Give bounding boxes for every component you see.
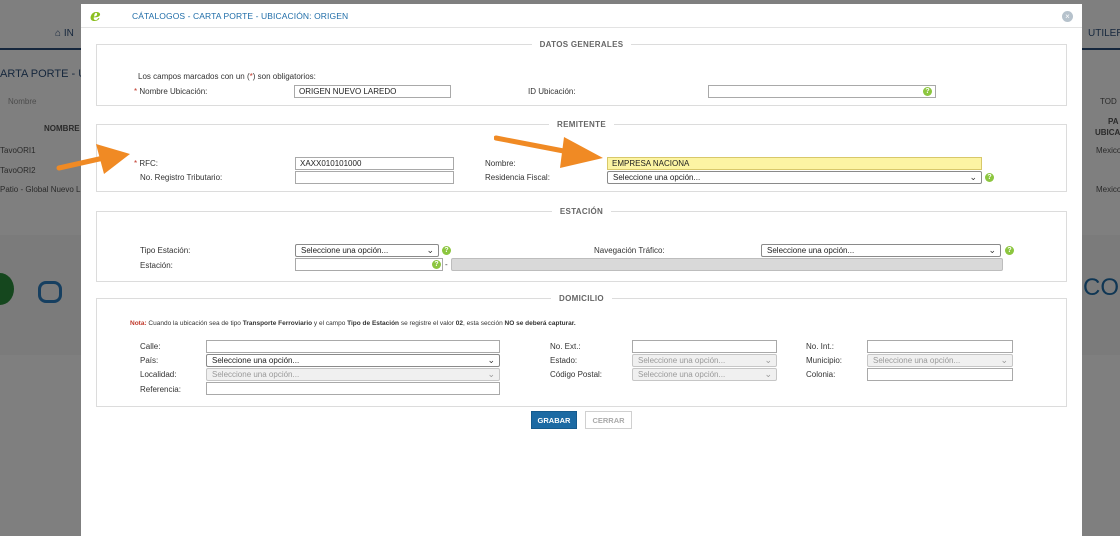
estacion-separator: - (445, 260, 448, 269)
close-icon[interactable]: × (1062, 11, 1073, 22)
tipo-estacion-label: Tipo Estación: (140, 246, 191, 255)
registro-tributario-label: No. Registro Tributario: (140, 173, 223, 182)
rfc-label: * RFC: (134, 159, 159, 168)
tipo-estacion-select[interactable]: Seleccione una opción... ⌄ (295, 244, 439, 257)
colonia-input[interactable] (867, 368, 1013, 381)
chevron-down-icon: ⌄ (1000, 355, 1008, 365)
estacion-label: Estación: (140, 261, 173, 270)
estacion-section: ESTACIÓN Tipo Estación: Seleccione una o… (96, 207, 1067, 282)
codigo-postal-label: Código Postal: (550, 370, 603, 379)
estacion-legend: ESTACIÓN (551, 207, 612, 216)
chevron-down-icon: ⌄ (764, 355, 772, 365)
grabar-button[interactable]: GRABAR (531, 411, 577, 429)
colonia-label: Colonia: (806, 370, 836, 379)
datos-generales-section: DATOS GENERALES Los campos marcados con … (96, 40, 1067, 106)
chevron-down-icon: ⌄ (969, 172, 977, 182)
residencia-fiscal-label: Residencia Fiscal: (485, 173, 550, 182)
no-ext-input[interactable] (632, 340, 777, 353)
no-int-input[interactable] (867, 340, 1013, 353)
chevron-down-icon: ⌄ (988, 245, 996, 255)
help-icon[interactable]: ? (1005, 246, 1014, 255)
municipio-select[interactable]: Seleccione una opción... ⌄ (867, 354, 1013, 367)
id-ubicacion-label: ID Ubicación: (528, 87, 576, 96)
registro-tributario-input[interactable] (295, 171, 454, 184)
chevron-down-icon: ⌄ (487, 355, 495, 365)
modal-header: e CÁTALOGOS - CARTA PORTE - UBICACIÓN: O… (81, 4, 1082, 28)
datos-generales-legend: DATOS GENERALES (531, 40, 632, 49)
annotation-arrow-rfc (56, 144, 130, 174)
required-note: Los campos marcados con un (*) son oblig… (138, 72, 316, 81)
calle-label: Calle: (140, 342, 161, 351)
estado-label: Estado: (550, 356, 578, 365)
referencia-label: Referencia: (140, 385, 181, 394)
chevron-down-icon: ⌄ (426, 245, 434, 255)
codigo-postal-select[interactable]: Seleccione una opción... ⌄ (632, 368, 777, 381)
help-icon[interactable]: ? (432, 260, 441, 269)
modal-title: CÁTALOGOS - CARTA PORTE - UBICACIÓN: ORI… (132, 11, 349, 21)
chevron-down-icon: ⌄ (764, 369, 772, 379)
pais-label: País: (140, 356, 159, 365)
help-icon[interactable]: ? (985, 173, 994, 182)
id-ubicacion-input[interactable] (708, 85, 936, 98)
no-int-label: No. Int.: (806, 342, 835, 351)
nombre-ubicacion-input[interactable]: ORIGEN NUEVO LAREDO (294, 85, 451, 98)
municipio-label: Municipio: (806, 356, 843, 365)
help-icon[interactable]: ? (923, 87, 932, 96)
residencia-fiscal-select[interactable]: Seleccione una opción... ⌄ (607, 171, 982, 184)
help-icon[interactable]: ? (442, 246, 451, 255)
chevron-down-icon: ⌄ (487, 369, 495, 379)
calle-input[interactable] (206, 340, 500, 353)
cerrar-button[interactable]: CERRAR (585, 411, 632, 429)
estado-select[interactable]: Seleccione una opción... ⌄ (632, 354, 777, 367)
pais-select[interactable]: Seleccione una opción... ⌄ (206, 354, 500, 367)
navegacion-trafico-label: Navegación Tráfico: (594, 246, 665, 255)
localidad-label: Localidad: (140, 370, 177, 379)
annotation-arrow-nombre (494, 135, 603, 168)
domicilio-note: Nota: Cuando la ubicación sea de tipo Tr… (130, 320, 576, 327)
no-ext-label: No. Ext.: (550, 342, 581, 351)
estacion-description-field (451, 258, 1003, 271)
rfc-input[interactable]: XAXX010101000 (295, 157, 454, 170)
remitente-legend: REMITENTE (549, 120, 614, 129)
nombre-ubicacion-label: * Nombre Ubicación: (134, 87, 208, 96)
app-logo: e (90, 6, 101, 26)
domicilio-section: DOMICILIO Nota: Cuando la ubicación sea … (96, 294, 1067, 407)
referencia-input[interactable] (206, 382, 500, 395)
domicilio-legend: DOMICILIO (551, 294, 612, 303)
navegacion-trafico-select[interactable]: Seleccione una opción... ⌄ (761, 244, 1001, 257)
estacion-input[interactable] (295, 258, 443, 271)
localidad-select[interactable]: Seleccione una opción... ⌄ (206, 368, 500, 381)
nombre-remitente-input[interactable]: EMPRESA NACIONA (607, 157, 982, 170)
ubicacion-modal: e CÁTALOGOS - CARTA PORTE - UBICACIÓN: O… (81, 4, 1082, 536)
